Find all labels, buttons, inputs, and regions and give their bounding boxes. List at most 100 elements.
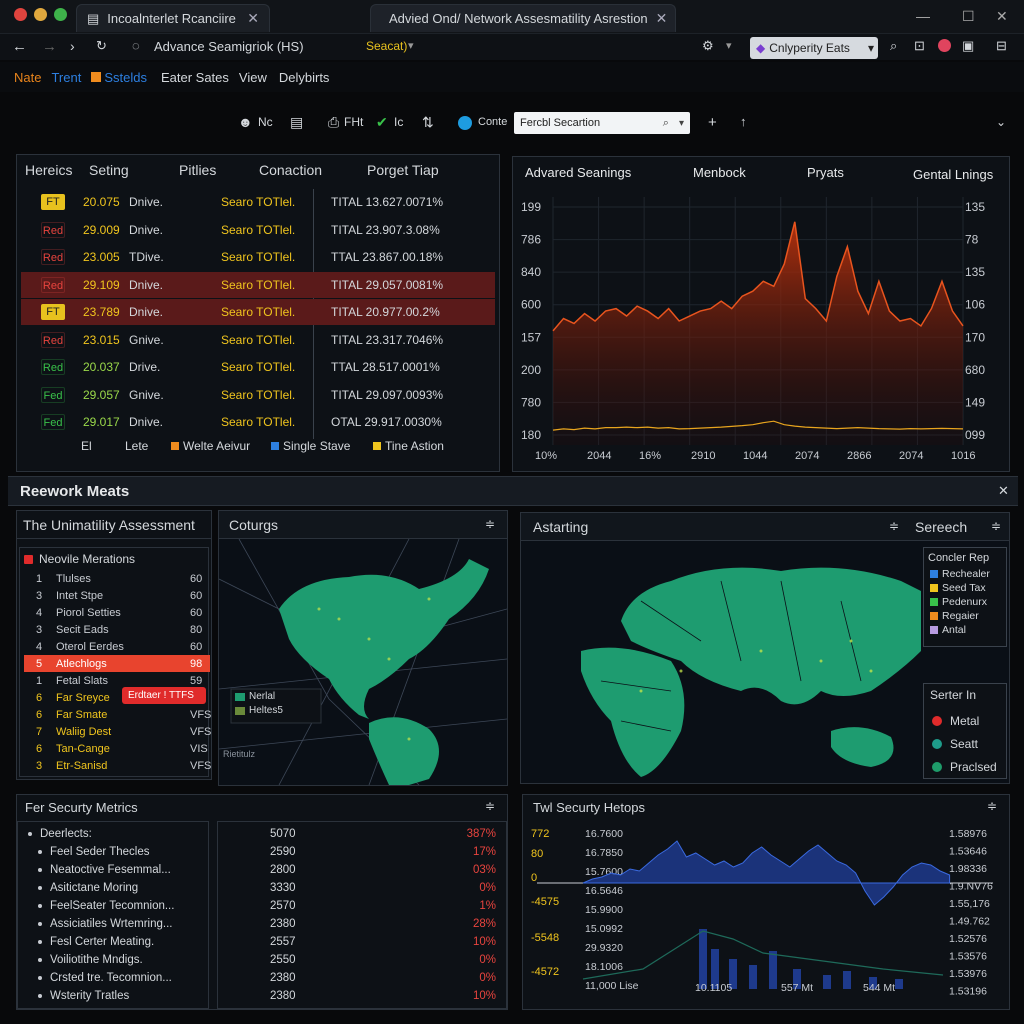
browser-tab-1[interactable]: ▤ Incoalnterlet Rcanciire ✕	[76, 4, 270, 32]
menu-item-0[interactable]: Nate	[14, 70, 41, 85]
menu-item-5[interactable]: Delybirts	[279, 70, 330, 85]
users-icon[interactable]: ☻	[238, 114, 253, 130]
alert-row[interactable]: Red 23.015 Gnive. Searo TOTlel. TITAL 23.317…	[21, 327, 495, 353]
search-field[interactable]: Fercbl Secartion ⌕ ▾	[514, 112, 690, 134]
metric-item[interactable]: Wsterity Tratles	[28, 990, 129, 1002]
chart-header-1[interactable]: Menbock	[693, 165, 746, 180]
map2-title: Astarting	[533, 519, 589, 535]
alert-row[interactable]: Red 29.109 Dnive. Searo TOTlel. TITAL 29.057…	[21, 271, 495, 298]
share-icon[interactable]: ⇅	[422, 114, 434, 131]
filter-icon[interactable]: ≑	[889, 519, 899, 533]
metric-item[interactable]: Neatoctive Fesemmal...	[28, 864, 171, 876]
menu-item-2[interactable]: Sstelds	[91, 70, 147, 85]
close-icon[interactable]: ✕	[998, 483, 1009, 499]
metric-item[interactable]: Deerlects:	[28, 828, 92, 840]
maximize-window-icon[interactable]	[54, 8, 67, 21]
chevron-down-icon[interactable]: ▾	[408, 39, 414, 52]
metric-item[interactable]: Assiciatiles Wrtemring...	[28, 918, 172, 930]
sector-item[interactable]: Praclsed	[932, 760, 997, 774]
metric-item[interactable]: FeelSeater Tecomnion...	[28, 900, 174, 912]
chevron-down-icon[interactable]: ▾	[726, 39, 732, 52]
list-item[interactable]: 3 Secit Eads 80	[24, 621, 210, 638]
status-badge[interactable]: Erdtaer ! TTFS	[122, 687, 206, 704]
close-tab-icon[interactable]: ✕	[656, 10, 668, 27]
header-col-2[interactable]: Seting	[89, 162, 129, 178]
chart-header-2[interactable]: Pryats	[807, 165, 844, 180]
list-item[interactable]: 7 Waliig Dest VFS	[24, 723, 211, 740]
alert-row[interactable]: Red 29.009 Dnive. Searo TOTlel. TITAL 23.907…	[21, 217, 495, 243]
toolbar-btn-3-label[interactable]: Ic	[394, 115, 403, 129]
chevron-right-icon[interactable]: ›	[70, 38, 75, 54]
filter-icon[interactable]: ≑	[991, 519, 1001, 533]
filter-icon[interactable]: ≑	[485, 517, 495, 531]
eurasia-africa-map	[581, 567, 921, 777]
alert-row[interactable]: Red 20.037 Drive. Searo TOTlel. TTAL 28.517.…	[21, 354, 495, 380]
check-icon[interactable]: ✔	[376, 114, 388, 131]
extension-icon[interactable]: ⚙	[702, 38, 714, 54]
sector-item[interactable]: Metal	[932, 714, 979, 728]
header-col-4[interactable]: Conaction	[259, 162, 322, 178]
metric-item[interactable]: Fesl Certer Meating.	[28, 936, 154, 948]
alert-row[interactable]: FT 23.789 Dnive. Searo TOTlel. TITAL 20.977.…	[21, 299, 495, 325]
restore-icon[interactable]: ☐	[962, 8, 975, 25]
metric-item[interactable]: Crsted tre. Tecomnion...	[28, 972, 172, 984]
bookmark-icon[interactable]: ⊡	[914, 38, 925, 54]
list-item[interactable]: 6 Tan-Cange VIS	[24, 740, 210, 757]
toolbar-btn-1-label[interactable]: Nc	[258, 115, 273, 129]
upload-icon[interactable]: ↑	[740, 114, 747, 129]
menu-item-4[interactable]: View	[239, 70, 267, 85]
site-info-icon[interactable]: ◌	[132, 38, 140, 53]
list-item[interactable]: 4 Oterol Eerdes 60	[24, 638, 210, 655]
list-item-label: Fetal Slats	[56, 674, 108, 687]
browser-tab-2[interactable]: Advied Ond/ Network Assesmatility Asrest…	[370, 4, 676, 32]
chevron-down-icon[interactable]: ▾	[679, 118, 684, 129]
advanced-scanning-panel: Advared Seanings Menbock Pryats Gental L…	[512, 156, 1010, 472]
add-icon[interactable]: +	[708, 114, 717, 131]
metric-item[interactable]: Voiliotithe Mndigs.	[28, 954, 143, 966]
header-col-5[interactable]: Porget Tiap	[367, 162, 439, 178]
chart-header-3[interactable]: Gental Lnings	[913, 167, 993, 182]
chevron-down-icon[interactable]: ⌄	[996, 115, 1006, 129]
map2-search-title[interactable]: Sereech	[915, 519, 967, 535]
chart-header-0[interactable]: Advared Seanings	[525, 165, 631, 180]
metric-value: 2550	[270, 954, 296, 966]
back-icon[interactable]: ←	[12, 38, 27, 55]
header-col-3[interactable]: Pitlies	[179, 162, 216, 178]
filter-icon[interactable]: ≑	[987, 799, 997, 813]
menu-item-1[interactable]: Trent	[51, 70, 81, 85]
close-tab-icon[interactable]: ✕	[247, 10, 259, 27]
toolbar-btn-2-label[interactable]: FHt	[344, 115, 363, 129]
sector-item[interactable]: Seatt	[932, 737, 978, 751]
alert-row[interactable]: Red 23.005 TDive. Searo TOTlel. TTAL 23.867.…	[21, 244, 495, 270]
document-icon[interactable]: ▤	[290, 114, 303, 131]
metric-item[interactable]: Asitictane Moring	[28, 882, 138, 894]
list-item[interactable]: 1 Tlulses 60	[24, 570, 210, 587]
list-item[interactable]: 4 Piorol Setties 60	[24, 604, 210, 621]
header-col-1[interactable]: Hereics	[25, 162, 72, 178]
search-icon[interactable]: ⌕	[890, 38, 897, 54]
list-item[interactable]: 5 Atlechlogs 98	[24, 655, 210, 672]
profile-button[interactable]: ◆ Cnlyperity Eats ▾	[750, 37, 878, 59]
minimize-icon[interactable]: —	[916, 8, 930, 24]
menu-item-3[interactable]: Eater Sates	[161, 70, 229, 85]
window-icon[interactable]: ▣	[962, 38, 974, 54]
list-item[interactable]: 3 Intet Stpe 60	[24, 587, 210, 604]
alert-row[interactable]: Fed 29.017 Dnive. Searo TOTlel. OTAL 29.917.…	[21, 409, 495, 435]
list-item[interactable]: 6 Far Smate VFS	[24, 706, 211, 723]
filter-icon[interactable]: ≑	[485, 799, 495, 813]
list-item[interactable]: 3 Etr-Sanisd VFS	[24, 757, 211, 774]
minimize-window-icon[interactable]	[34, 8, 47, 21]
alert-row[interactable]: FT 20.075 Dnive. Searo TOTlel. TITAL 13.627.…	[21, 189, 495, 215]
search-icon[interactable]: ⌕	[663, 117, 669, 130]
search-engine-label[interactable]: Seacat)	[366, 39, 407, 53]
forward-icon[interactable]: →	[42, 38, 57, 55]
address-input[interactable]: Advance Seamigriok (HS)	[154, 39, 304, 54]
alert-row[interactable]: Fed 29.057 Gnive. Searo TOTlel. TITAL 29.097…	[21, 382, 495, 408]
printer-icon[interactable]: ⎙	[328, 114, 339, 131]
account-avatar-icon[interactable]	[938, 39, 951, 52]
menu-icon[interactable]: ⊟	[996, 38, 1007, 54]
reload-icon[interactable]: ↻	[96, 38, 107, 54]
metric-item[interactable]: Feel Seder Thecles	[28, 846, 150, 858]
close-icon[interactable]: ✕	[996, 8, 1008, 25]
close-window-icon[interactable]	[14, 8, 27, 21]
